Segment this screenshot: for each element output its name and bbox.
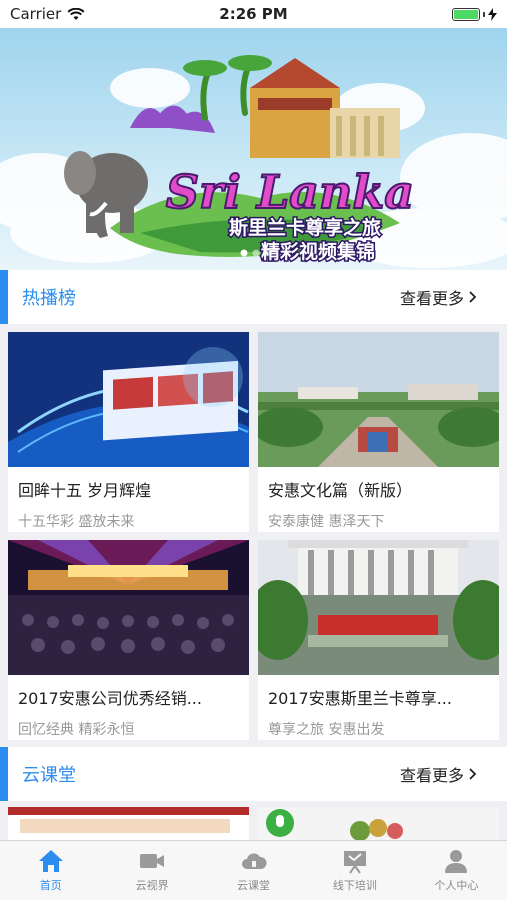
video-subtitle: 回忆经典 精彩永恒	[18, 722, 135, 738]
video-title: 安惠文化篇（新版）	[268, 481, 413, 500]
tab-label: 首页	[39, 879, 62, 892]
banner-line2: 精彩视频集锦	[261, 240, 375, 263]
hero-banner[interactable]: Sri Lanka 斯里兰卡尊享之旅 精彩视频集锦	[0, 28, 507, 270]
tab-label: 个人中心	[434, 879, 479, 892]
video-title: 2017安惠斯里兰卡尊享...	[268, 689, 452, 708]
video-subtitle: 尊享之旅 安惠出发	[268, 722, 385, 738]
carrier-label: Carrier	[10, 5, 62, 23]
tab-label: 线下培训	[332, 879, 377, 892]
battery-indicator	[452, 7, 497, 21]
banner-headline: Sri Lanka	[166, 165, 414, 219]
tab-offline-training[interactable]: 线下培训	[304, 841, 405, 900]
section-accent-bar	[0, 747, 8, 801]
tab-label: 云视界	[135, 879, 169, 892]
video-subtitle: 安泰康健 惠泽天下	[268, 514, 385, 530]
tab-profile[interactable]: 个人中心	[406, 841, 507, 900]
banner-page-dot[interactable]	[264, 249, 272, 257]
tab-label: 云课堂	[237, 879, 271, 892]
bottom-tab-bar: 首页 云视界 云课堂 线下培训 个人中心	[0, 840, 507, 900]
chevron-right-icon	[469, 291, 477, 303]
cloud-icon	[241, 853, 267, 869]
banner-page-dot[interactable]	[252, 249, 260, 257]
video-title: 2017安惠公司优秀经销...	[18, 689, 202, 708]
video-camera-icon	[140, 854, 165, 868]
hot-more-label: 查看更多	[399, 289, 464, 308]
status-left: Carrier	[10, 5, 85, 23]
banner-line1: 斯里兰卡尊享之旅	[229, 216, 381, 239]
hot-more-link[interactable]: 查看更多	[400, 285, 477, 309]
video-thumbnail	[8, 332, 249, 467]
banner-artwork: Sri Lanka 斯里兰卡尊享之旅 精彩视频集锦	[0, 55, 507, 268]
tab-cloud-class[interactable]: 云课堂	[203, 841, 304, 900]
class-thumbnails	[8, 807, 499, 840]
wifi-icon	[67, 7, 85, 20]
video-card[interactable]: 2017安惠斯里兰卡尊享... 尊享之旅 安惠出发	[258, 540, 499, 740]
video-thumbnail	[258, 332, 499, 467]
battery-fill	[454, 9, 478, 19]
video-card[interactable]: 回眸十五 岁月辉煌 十五华彩 盛放未来	[8, 332, 249, 532]
hot-section-title: 热播榜	[22, 288, 76, 309]
video-thumbnail	[258, 540, 499, 675]
battery-tip	[483, 11, 485, 17]
class-card-row	[0, 801, 507, 840]
charging-bolt-icon	[488, 7, 497, 21]
video-subtitle: 十五华彩 盛放未来	[18, 514, 135, 530]
banner-page-dot[interactable]	[240, 249, 248, 257]
tab-cloud-vision[interactable]: 云视界	[101, 841, 202, 900]
battery-body	[452, 7, 480, 21]
video-card[interactable]: 安惠文化篇（新版） 安泰康健 惠泽天下	[258, 332, 499, 532]
video-thumbnail	[8, 540, 249, 675]
video-title: 回眸十五 岁月辉煌	[18, 481, 152, 500]
video-card[interactable]: 2017安惠公司优秀经销... 回忆经典 精彩永恒	[8, 540, 249, 740]
presentation-board-icon	[343, 851, 366, 874]
class-section-header: 云课堂 查看更多	[0, 747, 507, 801]
section-accent-bar	[0, 270, 8, 324]
tab-home[interactable]: 首页	[0, 841, 101, 900]
class-more-link[interactable]: 查看更多	[400, 762, 477, 786]
class-more-label: 查看更多	[399, 766, 464, 785]
chevron-right-icon	[469, 768, 477, 780]
hot-section-header: 热播榜 查看更多	[0, 270, 507, 324]
user-icon	[445, 850, 468, 873]
class-section-title: 云课堂	[22, 765, 76, 786]
status-bar: Carrier 2:26 PM	[0, 0, 507, 28]
home-icon	[38, 850, 63, 872]
